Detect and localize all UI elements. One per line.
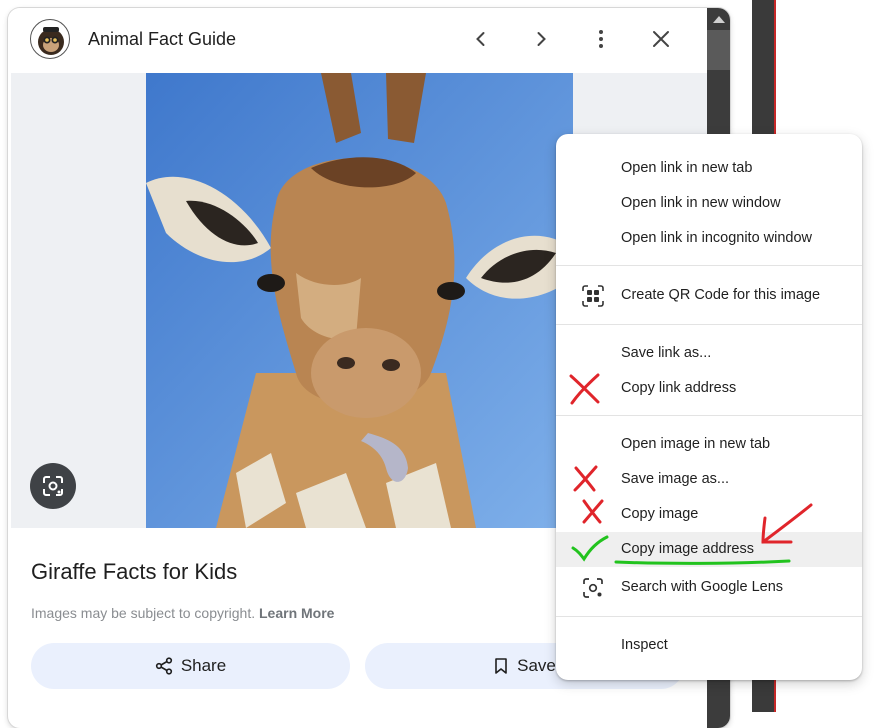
lens-icon xyxy=(583,578,603,598)
chevron-left-icon xyxy=(476,32,485,46)
share-label: Share xyxy=(180,656,227,675)
menu-copy-image[interactable]: Copy image xyxy=(556,497,862,532)
context-menu: Open link in new tab Open link in new wi… xyxy=(556,134,862,680)
learn-more-link[interactable]: Learn More xyxy=(259,605,334,621)
chevron-right-icon xyxy=(537,32,546,46)
back-button[interactable] xyxy=(464,22,498,56)
share-icon xyxy=(155,657,172,675)
result-title: Giraffe Facts for Kids xyxy=(31,559,238,584)
menu-open-link-incognito[interactable]: Open link in incognito window xyxy=(556,221,862,256)
panel-title: Animal Fact Guide xyxy=(88,29,237,49)
copyright-text: Images may be subject to copyright. xyxy=(31,605,256,621)
menu-divider xyxy=(556,616,862,617)
bookmark-icon xyxy=(495,658,507,674)
save-label: Save xyxy=(517,656,556,675)
menu-open-link-new-tab[interactable]: Open link in new tab xyxy=(556,151,862,186)
avatar xyxy=(30,19,70,59)
menu-divider xyxy=(556,415,862,416)
forward-button[interactable] xyxy=(524,22,558,56)
menu-inspect[interactable]: Inspect xyxy=(556,628,862,663)
menu-copy-link-address[interactable]: Copy link address xyxy=(556,371,862,406)
close-icon xyxy=(653,31,669,47)
google-lens-button[interactable] xyxy=(30,463,76,509)
lens-icon xyxy=(43,476,63,496)
scroll-up-arrow-icon[interactable] xyxy=(713,16,725,23)
share-button[interactable]: Share xyxy=(31,643,350,689)
menu-divider xyxy=(556,324,862,325)
scroll-thumb[interactable] xyxy=(707,30,730,70)
menu-search-google-lens[interactable]: Search with Google Lens xyxy=(556,570,862,605)
close-button[interactable] xyxy=(644,22,678,56)
menu-open-link-new-window[interactable]: Open link in new window xyxy=(556,186,862,221)
menu-copy-image-address[interactable]: Copy image address xyxy=(556,532,862,567)
menu-open-image-new-tab[interactable]: Open image in new tab xyxy=(556,427,862,462)
copyright-notice: Images may be subject to copyright. Lear… xyxy=(31,605,334,621)
more-options-button[interactable] xyxy=(584,22,618,56)
menu-save-link-as[interactable]: Save link as... xyxy=(556,336,862,371)
more-vert-icon xyxy=(599,30,603,48)
qr-code-icon xyxy=(582,285,604,307)
menu-create-qr-code[interactable]: Create QR Code for this image xyxy=(556,278,862,313)
giraffe-image[interactable] xyxy=(146,73,573,528)
menu-divider xyxy=(556,265,862,266)
panel-header: Animal Fact Guide xyxy=(8,8,707,73)
menu-save-image-as[interactable]: Save image as... xyxy=(556,462,862,497)
